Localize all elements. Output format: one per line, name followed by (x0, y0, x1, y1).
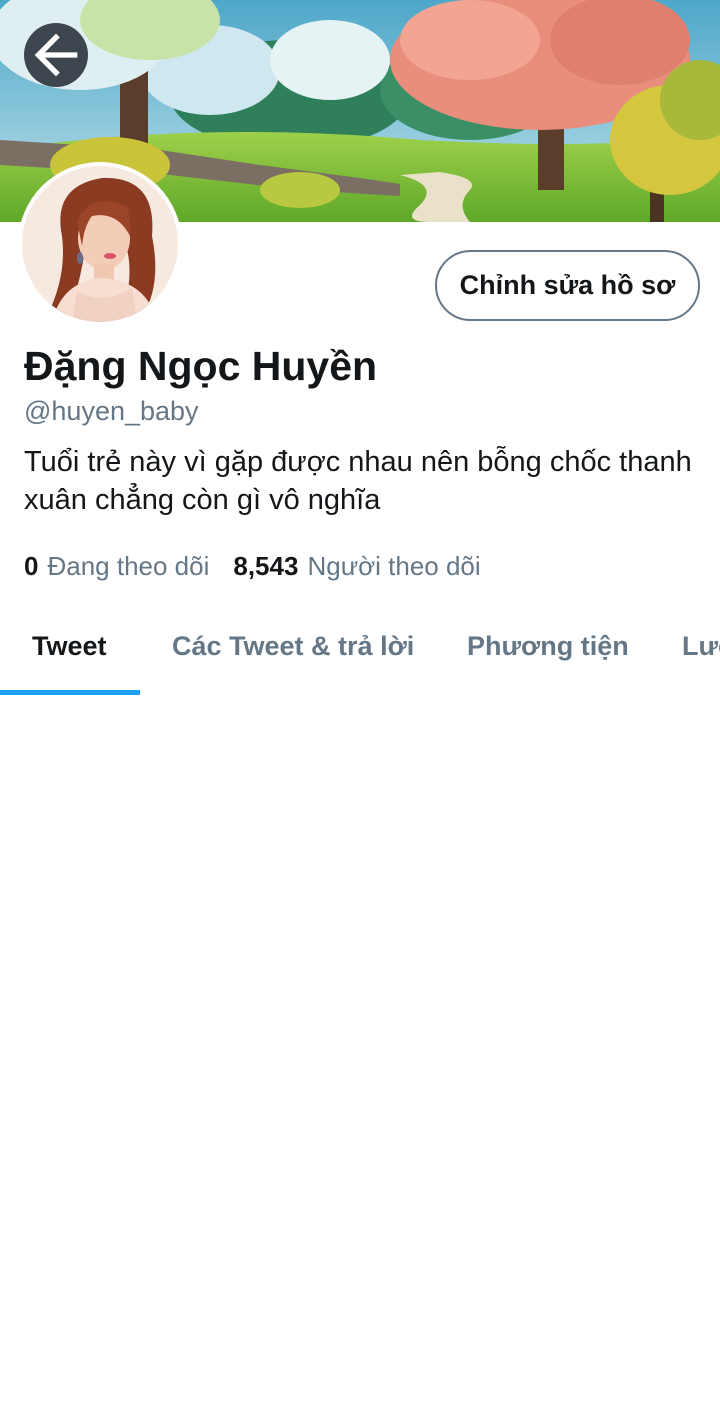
profile-avatar[interactable] (18, 162, 182, 326)
profile-screen: Chỉnh sửa hồ sơ Đặng Ngọc Huyền @huyen_b… (0, 0, 720, 1403)
follow-stats: 0 Đang theo dõi 8,543 Người theo dõi (24, 551, 481, 582)
tab-tweets-and-replies[interactable]: Các Tweet & trả lời (172, 598, 414, 694)
followers-count: 8,543 (233, 551, 299, 581)
tab-media[interactable]: Phương tiện (467, 598, 629, 694)
edit-profile-button[interactable]: Chỉnh sửa hồ sơ (435, 250, 700, 321)
profile-bio: Tuổi trẻ này vì gặp được nhau nên bỗng c… (24, 446, 692, 516)
profile-tabs: Tweet Các Tweet & trả lời Phương tiện Lư… (0, 598, 720, 694)
following-label: Đang theo dõi (47, 551, 210, 581)
followers-label: Người theo dõi (307, 551, 481, 581)
display-name: Đặng Ngọc Huyền (24, 343, 378, 389)
avatar-image (22, 166, 178, 322)
back-button[interactable] (24, 23, 88, 87)
followers-stat[interactable]: 8,543 Người theo dõi (233, 551, 480, 582)
active-tab-indicator (0, 690, 140, 695)
user-handle: @huyen_baby (24, 396, 199, 426)
following-stat[interactable]: 0 Đang theo dõi (24, 551, 209, 582)
tab-likes[interactable]: Lượt thích (682, 598, 720, 694)
arrow-left-icon (34, 33, 78, 77)
tab-tweets[interactable]: Tweet (32, 598, 107, 694)
following-count: 0 (24, 551, 39, 581)
